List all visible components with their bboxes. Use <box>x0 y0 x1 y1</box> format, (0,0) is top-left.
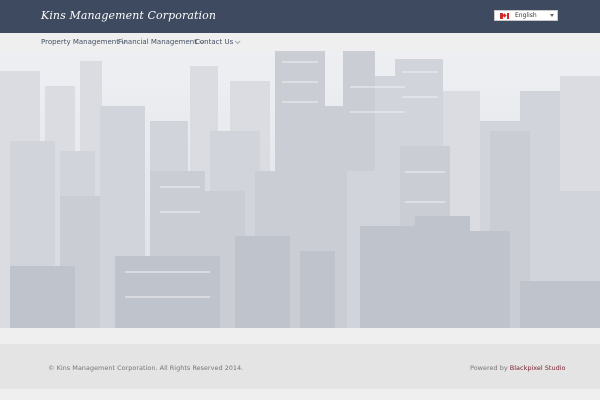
nav-item-financial-management[interactable]: Financial Management <box>118 38 205 46</box>
nav-item-property-management[interactable]: Property Management <box>41 38 127 46</box>
powered-by-link[interactable]: Blackpixel Studio <box>510 364 566 372</box>
nav-item-contact-us[interactable]: Contact Us <box>195 38 241 46</box>
chevron-down-icon <box>550 14 554 17</box>
site-footer: © Kins Management Corporation. All Right… <box>0 344 600 389</box>
powered-by: Powered by Blackpixel Studio <box>470 364 566 372</box>
main-nav: Property Management Financial Management… <box>0 33 600 52</box>
site-header: Kins Management Corporation English <box>0 0 600 33</box>
hero-image <box>0 51 600 328</box>
chevron-down-icon <box>235 38 241 45</box>
canada-flag-icon <box>500 13 509 19</box>
city-skyline-image <box>0 51 600 328</box>
language-selected: English <box>515 12 537 19</box>
site-logo[interactable]: Kins Management Corporation <box>41 9 216 22</box>
bottom-strip <box>0 389 600 400</box>
language-selector[interactable]: English <box>494 10 558 21</box>
copyright-text: © Kins Management Corporation. All Right… <box>48 364 244 372</box>
